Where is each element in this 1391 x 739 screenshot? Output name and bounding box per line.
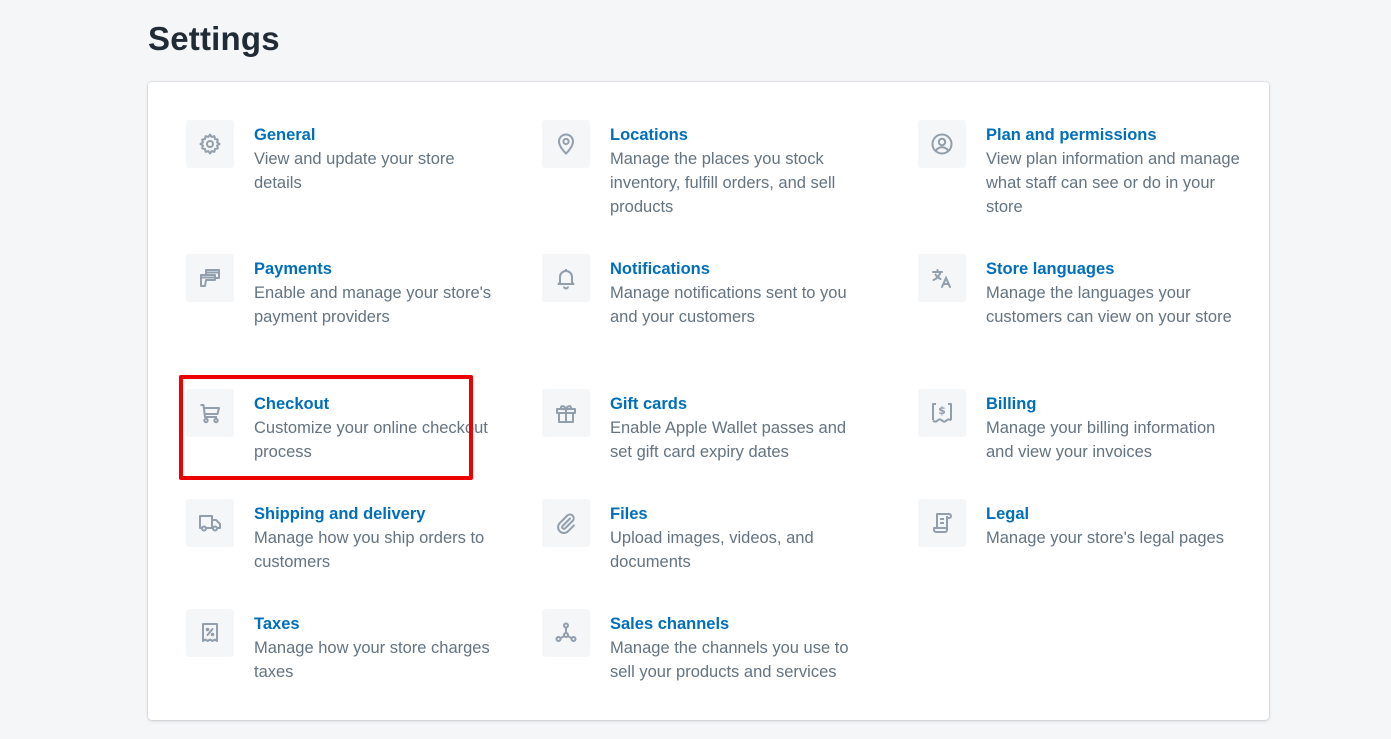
settings-item-notifications[interactable]: Notifications Manage notifications sent … [542,254,870,329]
paperclip-icon [542,499,590,547]
settings-item-locations[interactable]: Locations Manage the places you stock in… [542,120,870,219]
gear-icon [186,120,234,168]
settings-item-description: View plan information and manage what st… [986,150,1240,216]
location-pin-icon [542,120,590,168]
settings-item-checkout[interactable]: Checkout Customize your online checkout … [186,389,494,464]
settings-item-taxes[interactable]: Taxes Manage how your store charges taxe… [186,609,494,684]
settings-item-title[interactable]: Legal [986,502,1246,526]
settings-item-title[interactable]: Locations [610,123,870,147]
settings-item-title[interactable]: Taxes [254,612,494,636]
bell-icon [542,254,590,302]
settings-item-files[interactable]: Files Upload images, videos, and documen… [542,499,870,574]
user-circle-icon [918,120,966,168]
settings-item-description: Customize your online checkout process [254,419,488,461]
settings-item-description: Enable Apple Wallet passes and set gift … [610,419,847,461]
settings-card: General View and update your store detai… [148,82,1269,720]
settings-item-legal[interactable]: Legal Manage your store's legal pages [918,499,1246,550]
settings-item-payments[interactable]: Payments Enable and manage your store's … [186,254,494,329]
settings-item-title[interactable]: Sales channels [610,612,870,636]
page-title: Settings [148,20,280,57]
settings-item-description: Manage how your store charges taxes [254,639,490,681]
sales-channels-icon [542,609,590,657]
settings-item-description: Manage notifications sent to you and you… [610,284,847,326]
gift-icon [542,389,590,437]
settings-item-sales-channels[interactable]: Sales channels Manage the channels you u… [542,609,870,684]
settings-item-billing[interactable]: $ Billing Manage your billing informatio… [918,389,1246,464]
settings-item-description: Manage your store's legal pages [986,529,1224,547]
settings-item-title[interactable]: Plan and permissions [986,123,1246,147]
settings-item-title[interactable]: Store languages [986,257,1246,281]
scroll-document-icon [918,499,966,547]
settings-item-title[interactable]: Notifications [610,257,870,281]
settings-item-gift-cards[interactable]: Gift cards Enable Apple Wallet passes an… [542,389,870,464]
settings-item-description: Manage the channels you use to sell your… [610,639,849,681]
payment-cards-icon [186,254,234,302]
truck-icon [186,499,234,547]
settings-item-title[interactable]: Files [610,502,870,526]
tax-receipt-icon [186,609,234,657]
settings-item-title[interactable]: Shipping and delivery [254,502,494,526]
settings-item-shipping-and-delivery[interactable]: Shipping and delivery Manage how you shi… [186,499,494,574]
billing-receipt-icon: $ [918,389,966,437]
svg-text:$: $ [938,404,946,417]
settings-item-description: View and update your store details [254,150,455,192]
settings-item-description: Upload images, videos, and documents [610,529,814,571]
settings-item-general[interactable]: General View and update your store detai… [186,120,494,195]
settings-item-plan-and-permissions[interactable]: Plan and permissions View plan informati… [918,120,1246,219]
settings-item-description: Enable and manage your store's payment p… [254,284,492,326]
settings-item-description: Manage the places you stock inventory, f… [610,150,836,216]
settings-item-title[interactable]: Payments [254,257,494,281]
cart-icon [186,389,234,437]
settings-item-description: Manage how you ship orders to customers [254,529,485,571]
translate-icon [918,254,966,302]
settings-item-title[interactable]: Gift cards [610,392,870,416]
settings-item-store-languages[interactable]: Store languages Manage the languages you… [918,254,1246,329]
settings-item-title[interactable]: Checkout [254,392,494,416]
settings-item-description: Manage the languages your customers can … [986,284,1232,326]
settings-item-title[interactable]: General [254,123,494,147]
settings-item-description: Manage your billing information and view… [986,419,1216,461]
settings-item-title[interactable]: Billing [986,392,1246,416]
